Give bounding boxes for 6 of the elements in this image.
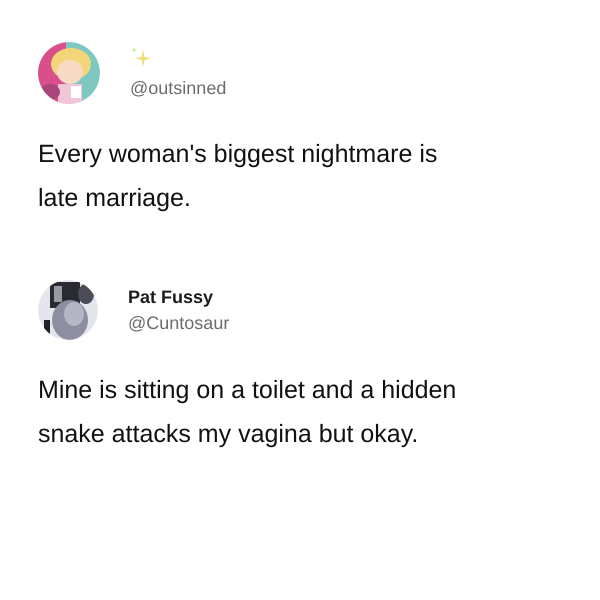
user-handle: @outsinned	[130, 77, 226, 100]
sparkle-icon	[130, 46, 152, 68]
user-handle: @Cuntosaur	[128, 312, 230, 335]
tweet-text: Every woman's biggest nightmare is late marriage.	[38, 139, 438, 214]
display-name: Pat Fussy	[128, 286, 214, 309]
tweet-text: Mine is sitting on a toilet and a hidden snake attacks my vagina but okay.	[38, 375, 458, 450]
